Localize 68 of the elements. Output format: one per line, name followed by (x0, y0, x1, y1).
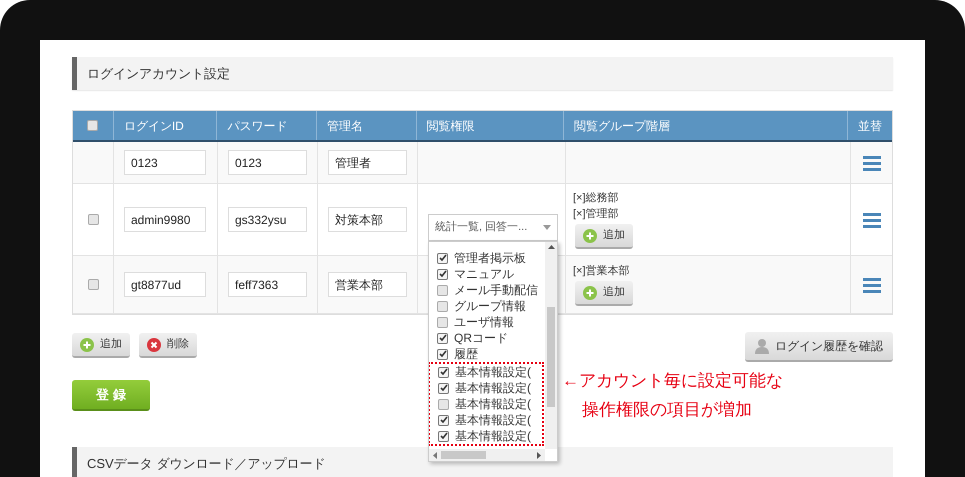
option-checkbox[interactable] (438, 414, 449, 426)
group-tag[interactable]: [×]総務部 (573, 190, 843, 206)
row-checkbox[interactable] (88, 214, 98, 225)
option-item[interactable]: 基本情報設定( (430, 364, 542, 380)
column-header: 並替 (857, 118, 883, 134)
option-item[interactable]: 基本情報設定( (430, 412, 542, 428)
option-checkbox[interactable] (437, 268, 448, 280)
login-id-field[interactable]: gt8877ud (124, 272, 206, 297)
option-item[interactable]: 管理者掲示板 (429, 250, 545, 266)
option-checkbox[interactable] (437, 316, 448, 328)
permission-select[interactable]: 統計一覧, 回答一... (428, 214, 558, 241)
option-checkbox[interactable] (438, 366, 449, 378)
plus-icon (583, 286, 597, 300)
menu-icon[interactable] (862, 276, 880, 292)
annotation-text: ←アカウント毎に設定可能な (562, 370, 783, 391)
section-title: ログインアカウント設定 (87, 64, 230, 83)
menu-icon[interactable] (862, 154, 880, 170)
delete-icon (147, 338, 161, 352)
option-item[interactable]: グループ情報 (429, 298, 545, 314)
admin-name-field[interactable]: 管理者 (328, 150, 407, 175)
option-checkbox[interactable] (437, 284, 448, 296)
menu-icon[interactable] (862, 212, 880, 228)
horizontal-scrollbar[interactable] (429, 449, 545, 461)
plus-icon (583, 228, 597, 242)
add-button[interactable]: 追加 (72, 333, 130, 358)
annotation-text: 操作権限の項目が増加 (581, 399, 753, 420)
option-checkbox[interactable] (437, 348, 448, 360)
admin-name-field[interactable]: 対策本部 (328, 207, 407, 232)
user-icon (755, 338, 769, 354)
vertical-scrollbar[interactable] (545, 242, 557, 449)
login-history-button[interactable]: ログイン履歴を確認 (745, 332, 893, 362)
caret-icon (543, 225, 551, 230)
option-item[interactable]: 基本情報設定( (430, 428, 542, 444)
column-header: 閲覧権限 (416, 111, 564, 140)
add-group-button[interactable]: 追加 (575, 224, 633, 249)
option-item[interactable]: メール手動配信 (429, 282, 545, 298)
option-checkbox[interactable] (437, 332, 448, 344)
column-header: 管理名 (317, 111, 417, 140)
plus-icon (80, 338, 94, 352)
login-id-field[interactable]: 0123 (124, 150, 206, 175)
row-checkbox[interactable] (88, 279, 98, 290)
option-item[interactable]: QRコード (429, 330, 545, 346)
column-header: ログインID (114, 111, 218, 140)
password-field[interactable]: feff7363 (228, 272, 307, 297)
scroll-left-icon[interactable] (432, 452, 437, 458)
login-id-field[interactable]: admin9980 (124, 207, 206, 232)
scroll-right-icon[interactable] (537, 452, 542, 458)
option-checkbox[interactable] (438, 430, 449, 442)
option-item[interactable]: 履歴 (429, 346, 545, 362)
admin-name-field[interactable]: 営業本部 (328, 272, 407, 297)
add-group-button[interactable]: 追加 (575, 281, 633, 306)
group-tag[interactable]: [×]営業本部 (573, 263, 843, 279)
column-header: パスワード (217, 111, 318, 140)
delete-button[interactable]: 削除 (139, 333, 197, 358)
select-all-checkbox[interactable] (87, 120, 98, 131)
option-item[interactable]: ユーザ情報 (429, 314, 545, 330)
section-title: CSVデータ ダウンロード／アップロード (87, 454, 326, 473)
option-checkbox[interactable] (438, 398, 449, 410)
option-checkbox[interactable] (438, 382, 449, 394)
password-field[interactable]: 0123 (228, 150, 307, 175)
column-header: 閲覧グループ階層 (564, 111, 848, 140)
option-checkbox[interactable] (437, 300, 448, 312)
option-checkbox[interactable] (437, 252, 448, 264)
group-tag[interactable]: [×]管理部 (573, 206, 843, 222)
option-item[interactable]: 基本情報設定( (430, 396, 542, 412)
option-item[interactable]: 基本情報設定( (430, 380, 542, 396)
password-field[interactable]: gs332ysu (228, 207, 307, 232)
option-item[interactable]: マニュアル (429, 266, 545, 282)
